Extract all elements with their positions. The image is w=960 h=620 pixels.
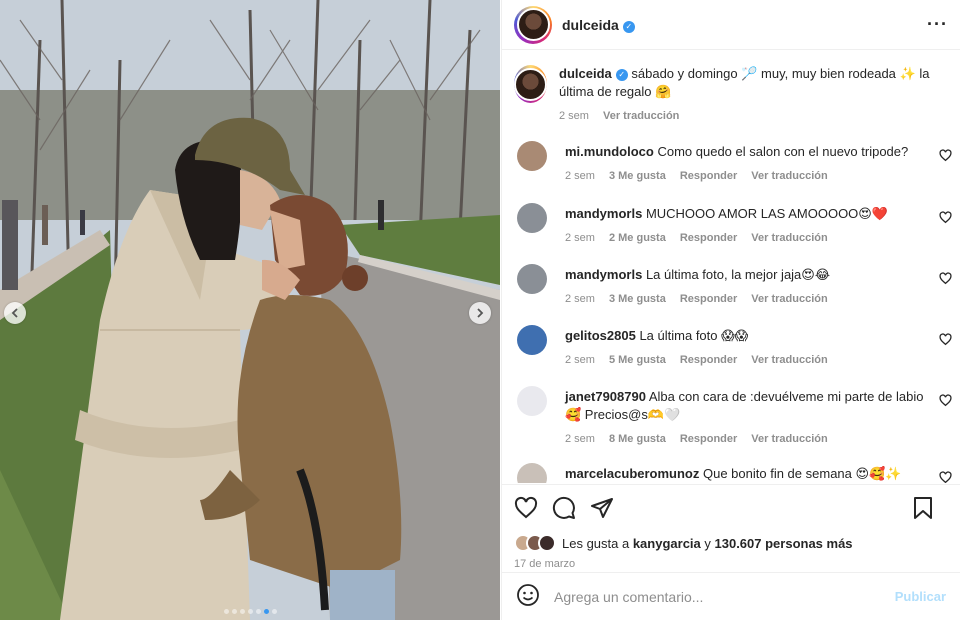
- comment-likes[interactable]: 2 Me gusta: [609, 232, 666, 244]
- comment-age: 2 sem: [565, 293, 595, 305]
- caption-translate-link[interactable]: Ver traducción: [603, 110, 679, 122]
- comment-username[interactable]: gelitos2805: [565, 328, 636, 343]
- comment-username[interactable]: mi.mundoloco: [565, 144, 654, 159]
- likes-count[interactable]: 130.607 personas más: [715, 536, 853, 551]
- translate-link[interactable]: Ver traducción: [751, 433, 827, 445]
- liker-avatar: [538, 534, 556, 552]
- caption-text: sábado y domingo 🏸 muy, muy bien rodeada…: [559, 66, 930, 99]
- carousel-dot: [263, 609, 269, 614]
- comment-username[interactable]: mandymorls: [565, 267, 642, 282]
- caption-username[interactable]: dulceida: [559, 66, 612, 81]
- translate-link[interactable]: Ver traducción: [751, 170, 827, 182]
- comment-likes[interactable]: 3 Me gusta: [609, 170, 666, 182]
- share-icon[interactable]: [590, 496, 614, 523]
- post-photo[interactable]: [0, 0, 500, 620]
- comment-text: Que bonito fin de semana 😍🥰✨: [703, 466, 902, 481]
- add-comment-bar: Publicar: [502, 572, 960, 620]
- chevron-right-icon[interactable]: [469, 302, 491, 324]
- commenter-avatar[interactable]: [517, 141, 547, 171]
- comment-meta: 2 sem 3 Me gusta Responder Ver traducción: [565, 290, 925, 308]
- comment-meta: 2 sem 8 Me gusta Responder Ver traducción: [565, 430, 925, 448]
- liker-username[interactable]: kanygarcia: [633, 536, 701, 551]
- reply-button[interactable]: Responder: [680, 170, 737, 182]
- translate-link[interactable]: Ver traducción: [751, 293, 827, 305]
- comment-item: janet7908790 Alba con cara de :devuélvem…: [502, 386, 960, 448]
- comment-text: MUCHOOO AMOR LAS AMOOOOO😍❤️: [645, 206, 889, 221]
- reply-button[interactable]: Responder: [680, 293, 737, 305]
- commenter-avatar[interactable]: [517, 203, 547, 233]
- comment-age: 2 sem: [565, 170, 595, 182]
- comment-input[interactable]: [554, 588, 874, 605]
- carousel-dot: [223, 609, 229, 614]
- comment-item: mandymorls La última foto, la mejor jaja…: [502, 264, 960, 308]
- comments-list[interactable]: dulceida ✓ sábado y domingo 🏸 muy, muy bi…: [502, 51, 960, 483]
- photo-scene: [0, 0, 500, 620]
- comment-item: marcelacuberomunoz Que bonito fin de sem…: [502, 463, 960, 483]
- comment-text: La última foto, la mejor jaja😍😂: [645, 267, 831, 282]
- author-avatar[interactable]: [514, 5, 552, 44]
- likes-prefix: Les gusta a: [562, 535, 633, 551]
- commenter-avatar[interactable]: [517, 386, 547, 416]
- commenter-avatar[interactable]: [517, 325, 547, 355]
- translate-link[interactable]: Ver traducción: [751, 232, 827, 244]
- comment-age: 2 sem: [565, 354, 595, 366]
- likes-middle: y: [700, 535, 715, 551]
- carousel-indicator: [0, 609, 500, 614]
- comment-item: mi.mundoloco Como quedo el salon con el …: [502, 141, 960, 185]
- chevron-left-icon[interactable]: [4, 302, 26, 324]
- comment-text: La última foto 😱😱: [639, 328, 749, 343]
- comment-like-heart-icon[interactable]: [939, 333, 952, 349]
- likes-summary: Les gusta a kanygarcia y 130.607 persona…: [514, 534, 948, 552]
- verified-badge-icon: ✓: [622, 20, 635, 33]
- bookmark-icon[interactable]: [912, 496, 934, 523]
- comment-meta: 2 sem 2 Me gusta Responder Ver traducción: [565, 229, 925, 247]
- emoji-icon[interactable]: [516, 583, 540, 610]
- commenter-avatar[interactable]: [517, 463, 547, 483]
- post-actions: Les gusta a kanygarcia y 130.607 persona…: [502, 484, 960, 570]
- carousel-dot: [239, 609, 245, 614]
- comment-like-heart-icon[interactable]: [939, 149, 952, 165]
- comment-username[interactable]: janet7908790: [565, 389, 646, 404]
- post-caption: dulceida ✓ sábado y domingo 🏸 muy, muy bi…: [502, 51, 960, 125]
- comment-meta: 2 sem 5 Me gusta Responder Ver traducción: [565, 351, 925, 369]
- post-date[interactable]: 17 de marzo: [514, 558, 948, 570]
- comment-likes[interactable]: 8 Me gusta: [609, 433, 666, 445]
- author-username[interactable]: dulceida ✓: [562, 17, 635, 33]
- caption-author-avatar[interactable]: [514, 65, 547, 103]
- commenter-avatar[interactable]: [517, 264, 547, 294]
- comment-text: Como quedo el salon con el nuevo tripode…: [657, 144, 909, 159]
- heart-icon[interactable]: [514, 496, 538, 523]
- comment-like-heart-icon[interactable]: [939, 394, 952, 410]
- comment-age: 2 sem: [565, 232, 595, 244]
- post-side-panel: dulceida ✓ ··· dulceida ✓ sábado y domingo…: [501, 0, 960, 620]
- comment-item: gelitos2805 La última foto 😱😱 2 sem 5 Me g…: [502, 325, 960, 369]
- publish-button[interactable]: Publicar: [895, 589, 946, 604]
- comment-age: 2 sem: [565, 433, 595, 445]
- reply-button[interactable]: Responder: [680, 433, 737, 445]
- translate-link[interactable]: Ver traducción: [751, 354, 827, 366]
- reply-button[interactable]: Responder: [680, 232, 737, 244]
- more-options-icon[interactable]: ···: [927, 14, 948, 35]
- comment-like-heart-icon[interactable]: [939, 272, 952, 288]
- carousel-dot: [271, 609, 277, 614]
- comment-username[interactable]: marcelacuberomunoz: [565, 466, 699, 481]
- comment-like-heart-icon[interactable]: [939, 471, 952, 483]
- caption-meta: 2 sem Ver traducción: [559, 107, 948, 125]
- verified-badge-icon: ✓: [615, 69, 628, 81]
- comment-icon[interactable]: [552, 496, 576, 523]
- comment-username[interactable]: mandymorls: [565, 206, 642, 221]
- reply-button[interactable]: Responder: [680, 354, 737, 366]
- comment-meta: 2 sem 3 Me gusta Responder Ver traducción: [565, 167, 925, 185]
- carousel-dot: [255, 609, 261, 614]
- carousel-dot: [231, 609, 237, 614]
- post-header: dulceida ✓ ···: [502, 0, 960, 50]
- comment-likes[interactable]: 3 Me gusta: [609, 293, 666, 305]
- carousel-dot: [247, 609, 253, 614]
- caption-age: 2 sem: [559, 110, 589, 122]
- comment-item: mandymorls MUCHOOO AMOR LAS AMOOOOO😍❤️ 2 …: [502, 203, 960, 247]
- comment-like-heart-icon[interactable]: [939, 211, 952, 227]
- comment-likes[interactable]: 5 Me gusta: [609, 354, 666, 366]
